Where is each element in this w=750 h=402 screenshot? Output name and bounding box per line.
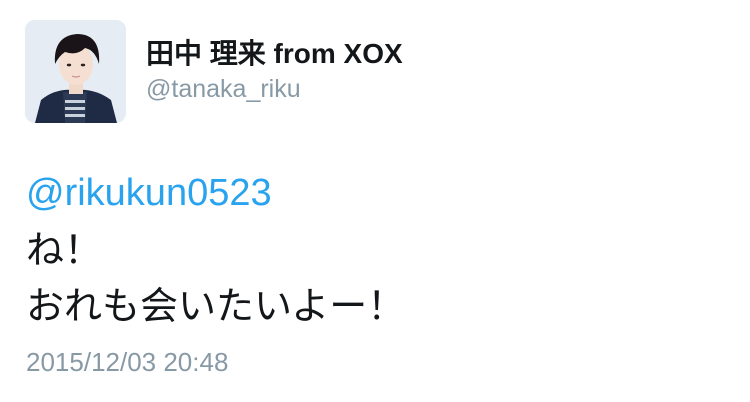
tweet-timestamp[interactable]: 2015/12/03 20:48: [26, 346, 228, 378]
avatar[interactable]: [25, 20, 126, 123]
tweet-text-line: ね！: [26, 228, 103, 272]
user-handle[interactable]: @tanaka_riku: [146, 74, 301, 104]
profile-photo-icon: [25, 20, 126, 123]
tweet-text-line: おれも会いたいよー！: [26, 284, 406, 328]
display-name[interactable]: 田中 理来 from XOX: [146, 38, 403, 70]
mention-link[interactable]: @rikukun0523: [26, 171, 272, 215]
tweet-card: 田中 理来 from XOX @tanaka_riku @rikukun0523…: [0, 0, 750, 402]
